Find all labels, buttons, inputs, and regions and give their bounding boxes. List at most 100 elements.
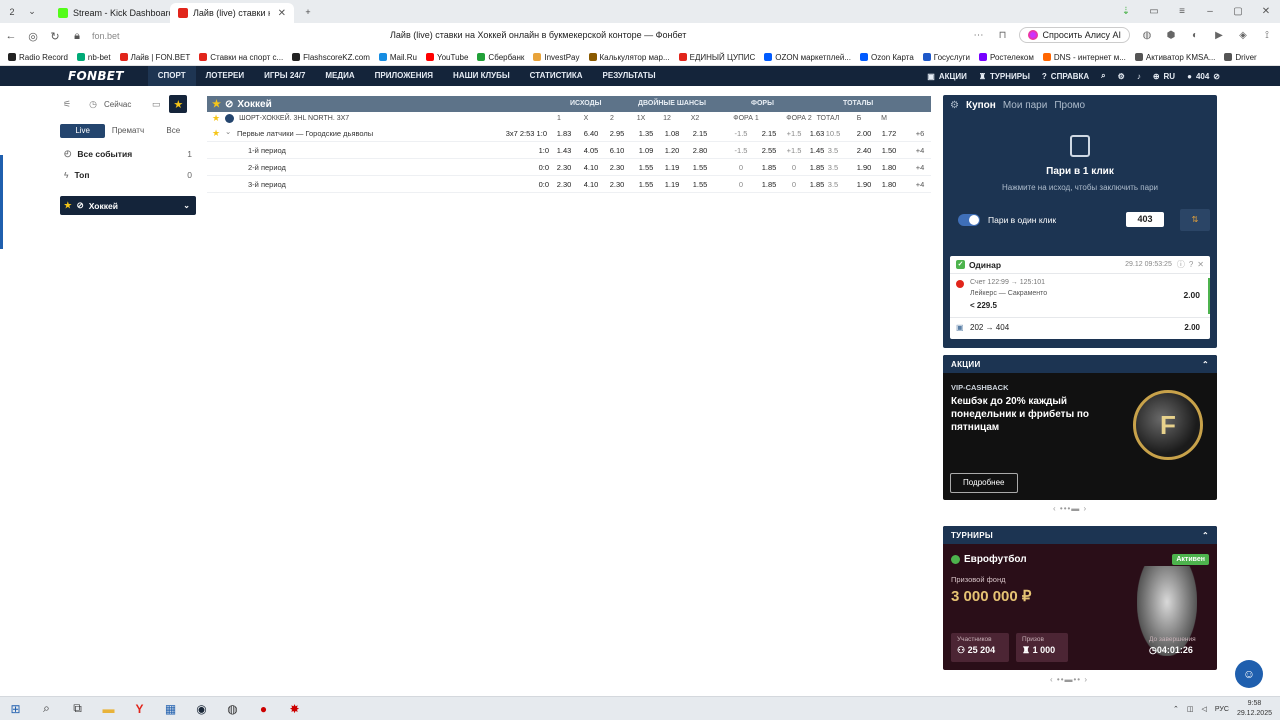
event-name[interactable]: 1-й период [248,146,286,155]
group-double-chance[interactable]: ДВОЙНЫЕ ШАНСЫ [638,100,706,107]
event-name[interactable]: Первые латчики — Городские дьяволы [237,129,373,138]
odds-cell[interactable]: 1.80 [877,163,901,172]
now-filter[interactable]: Сейчас [104,100,131,109]
lock-icon[interactable]: 🔒︎ [66,30,88,43]
keyboard-language[interactable]: РУС [1215,706,1229,713]
odds-cell[interactable]: 2.30 [552,180,576,189]
event-row[interactable]: ★ ⌄ Первые латчики — Городские дьяволы 3x7 … [207,125,931,142]
tab-count-button[interactable]: 2 [4,4,20,20]
menu-icon[interactable]: ≡ [1168,6,1196,17]
odds-cell[interactable]: 1.09 [634,146,658,155]
odds-cell[interactable]: 6.10 [605,146,629,155]
back-icon[interactable]: ← [0,30,22,42]
volume-icon[interactable]: ◁ [1202,705,1207,713]
odds-cell[interactable]: 2.15 [757,129,781,138]
chevron-down-icon[interactable]: ⌄ [225,127,231,136]
ask-alice-button[interactable]: Спросить Алису AI [1019,27,1130,43]
odds-cell[interactable]: 2.80 [688,146,712,155]
more-markets-link[interactable]: +4 [908,163,932,172]
odds-cell[interactable]: 4.05 [579,146,603,155]
close-icon[interactable]: ✕ [1197,260,1204,269]
bookmark-item[interactable]: Калькулятор мар... [588,53,670,62]
odds-cell[interactable]: 1.83 [552,129,576,138]
info-icon[interactable]: ⓘ [1177,259,1185,270]
tab-my-bets[interactable]: Мои пари [1003,100,1048,111]
extension-icon[interactable]: ◈ [1236,28,1250,42]
event-name[interactable]: 3-й период [248,180,286,189]
more-markets-link[interactable]: +4 [908,146,932,155]
more-markets-link[interactable]: +4 [908,180,932,189]
odds-cell[interactable]: 1.08 [660,129,684,138]
odds-cell[interactable]: 1.85 [757,163,781,172]
tray-chevron-icon[interactable]: ⌃ [1173,705,1179,713]
top-row[interactable]: ϟ Топ 0 [60,164,196,185]
all-events-row[interactable]: ◴ Все события 1 [60,143,196,164]
event-name[interactable]: 2-й период [248,163,286,172]
tournament-carousel-dots[interactable]: ‹ ••▬•• › [1050,675,1088,684]
nav-apps[interactable]: ПРИЛОЖЕНИЯ [365,66,443,86]
nav-games[interactable]: ИГРЫ 24/7 [254,66,315,86]
search-icon[interactable]: ⌕ [31,697,62,720]
star-icon[interactable]: ★ [212,99,221,110]
bookmark-item[interactable]: DNS - интернет м... [1042,53,1126,62]
odds-cell[interactable]: 1.85 [757,180,781,189]
tournament-header[interactable]: ТУРНИРЫ ⌃ [943,526,1217,544]
odds-cell[interactable]: 6.40 [579,129,603,138]
settings-gear-icon[interactable]: ⚙ [950,100,959,111]
bookmark-item[interactable]: InvestPay [533,53,580,62]
promo-carousel-dots[interactable]: ‹ •••▬ › [1053,504,1087,513]
odds-cell[interactable]: 1.20 [660,146,684,155]
odds-cell[interactable]: 1.43 [552,146,576,155]
segment-prematch[interactable]: Прематч [105,124,150,138]
bookmark-item[interactable]: Driver [1224,53,1257,62]
steam-icon[interactable]: ◉ [186,697,217,720]
tab-coupon[interactable]: Купон [966,100,996,111]
sport-selector[interactable]: ★ ⊘ Хоккей ⌄ [60,196,196,215]
odds-cell[interactable]: 1.55 [688,163,712,172]
more-markets-link[interactable]: +6 [908,129,932,138]
odds-cell[interactable]: 1.50 [877,146,901,155]
close-window-icon[interactable]: ✕ [1252,6,1280,17]
odds-cell[interactable]: 1.90 [852,163,876,172]
reload-icon[interactable]: ↻ [44,30,66,43]
tab-fonbet[interactable]: Лайв (live) ставки на Хо ✕ [170,3,294,23]
nav-statistics[interactable]: СТАТИСТИКА [520,66,593,86]
odds-cell[interactable]: 1.55 [634,163,658,172]
bookmark-item[interactable]: ЕДИНЫЙ ЦУПИС [678,53,755,62]
odds-cell[interactable]: 4.10 [579,180,603,189]
bell-icon[interactable]: ♪ [1137,72,1141,81]
bookmark-item[interactable]: Госуслуги [922,53,970,62]
bookmark-manager-icon[interactable]: ▭ [1140,6,1168,17]
favorites-star-button[interactable]: ★ [169,95,188,113]
bookmark-item[interactable]: Сбербанк [477,53,524,62]
odds-cell[interactable]: 2.00 [852,129,876,138]
close-tab-icon[interactable]: ✕ [278,8,286,19]
bookmark-item[interactable]: Активатор KMSA... [1134,53,1215,62]
odds-cell[interactable]: 1.19 [660,180,684,189]
tournaments-link[interactable]: ♜ ТУРНИРЫ [979,72,1030,81]
chevron-down-icon[interactable]: ⌄ [24,4,40,20]
language-selector[interactable]: ⊕ RU [1153,72,1175,81]
odds-cell[interactable]: 2.30 [605,163,629,172]
filter-sliders-icon[interactable]: ⚟ [60,97,74,111]
odds-cell[interactable]: 2.30 [605,180,629,189]
bookmark-item[interactable]: OZON маркетплей... [764,53,851,62]
star-icon[interactable]: ★ [212,128,220,139]
tournament-title[interactable]: Еврофутбол [951,554,1027,565]
extension-icon[interactable]: ⟟ [1260,28,1274,42]
nav-results[interactable]: РЕЗУЛЬТАТЫ [593,66,666,86]
chevron-up-icon[interactable]: ⌃ [1202,360,1209,369]
more-icon[interactable]: ⋯ [971,28,985,42]
search-icon[interactable]: ⌕ [1101,71,1105,81]
chevron-up-icon[interactable]: ⌃ [1202,531,1209,540]
bookmark-item[interactable]: nb-bet [76,53,111,62]
tab-promo[interactable]: Промо [1054,100,1085,111]
odds-cell[interactable]: 1.35 [634,129,658,138]
odds-cell[interactable]: 2.30 [552,163,576,172]
nav-clubs[interactable]: НАШИ КЛУБЫ [443,66,520,86]
maximize-icon[interactable]: ▢ [1224,6,1252,17]
bookmark-icon[interactable]: ⊓ [995,28,1009,42]
period-row[interactable]: 1-й период 1:0 1.43 4.05 6.10 1.09 1.20 2.80 -1.… [207,142,931,159]
stake-stepper[interactable]: ⇅ [1180,209,1210,231]
odds-cell[interactable]: 1.72 [877,129,901,138]
